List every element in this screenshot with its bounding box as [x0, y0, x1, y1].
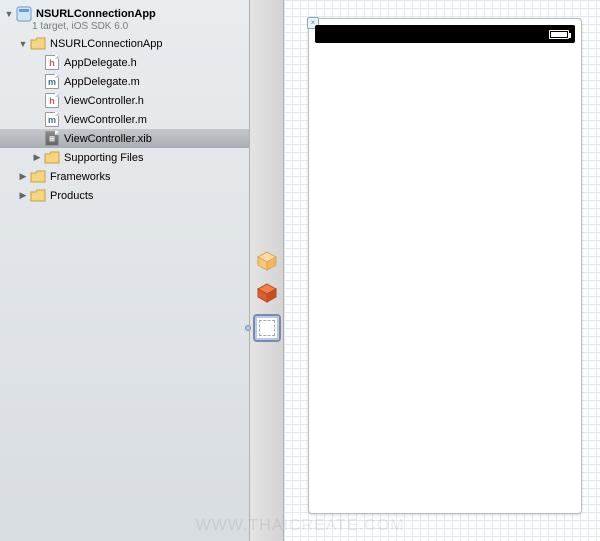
group-app[interactable]: ▼ NSURLConnectionApp [0, 34, 249, 53]
document-outline-bar [250, 0, 284, 541]
device-view-frame[interactable]: × [308, 18, 582, 514]
group-frameworks[interactable]: ▶ Frameworks [0, 167, 249, 186]
group-supporting-files[interactable]: ▶ Supporting Files [0, 148, 249, 167]
folder-icon [30, 169, 46, 185]
folder-icon [44, 150, 60, 166]
file-viewcontroller-m[interactable]: m ViewController.m [0, 110, 249, 129]
file-appdelegate-m[interactable]: m AppDelegate.m [0, 72, 249, 91]
disclosure-triangle-icon[interactable]: ▼ [18, 39, 28, 49]
header-file-icon: h [44, 93, 60, 109]
file-label: ViewController.m [64, 114, 147, 126]
file-label: AppDelegate.m [64, 76, 140, 88]
interface-builder-canvas[interactable]: × [284, 0, 600, 541]
group-products[interactable]: ▶ Products [0, 186, 249, 205]
disclosure-triangle-icon[interactable]: ▶ [18, 171, 28, 182]
folder-icon [30, 188, 46, 204]
header-file-icon: h [44, 55, 60, 71]
group-label: NSURLConnectionApp [50, 38, 163, 50]
group-label: Supporting Files [64, 152, 144, 164]
first-responder-cube-icon[interactable] [256, 282, 278, 304]
implementation-file-icon: m [44, 112, 60, 128]
disclosure-triangle-icon[interactable]: ▼ [4, 9, 14, 19]
disclosure-triangle-icon[interactable]: ▶ [18, 190, 28, 201]
disclosure-triangle-icon[interactable]: ▶ [32, 152, 42, 163]
simulated-status-bar [315, 25, 575, 43]
file-appdelegate-h[interactable]: h AppDelegate.h [0, 53, 249, 72]
group-label: Frameworks [50, 171, 111, 183]
project-icon [16, 6, 32, 22]
folder-icon [30, 36, 46, 52]
project-subtitle: 1 target, iOS SDK 6.0 [32, 21, 249, 32]
view-object-icon[interactable] [253, 314, 281, 342]
project-navigator: ▼ NSURLConnectionApp 1 target, iOS SDK 6… [0, 0, 250, 541]
project-name: NSURLConnectionApp [36, 8, 156, 20]
xib-file-icon: ⊞ [44, 131, 60, 147]
group-label: Products [50, 190, 93, 202]
file-viewcontroller-h[interactable]: h ViewController.h [0, 91, 249, 110]
file-label: ViewController.xib [64, 133, 152, 145]
battery-icon [549, 30, 569, 39]
file-label: ViewController.h [64, 95, 144, 107]
watermark-text: WWW.THAICREATE.COM [196, 517, 405, 535]
file-viewcontroller-xib[interactable]: ⊞ ViewController.xib [0, 129, 249, 148]
xcode-window: ▼ NSURLConnectionApp 1 target, iOS SDK 6… [0, 0, 600, 541]
implementation-file-icon: m [44, 74, 60, 90]
file-label: AppDelegate.h [64, 57, 137, 69]
placeholder-cube-icon[interactable] [256, 250, 278, 272]
